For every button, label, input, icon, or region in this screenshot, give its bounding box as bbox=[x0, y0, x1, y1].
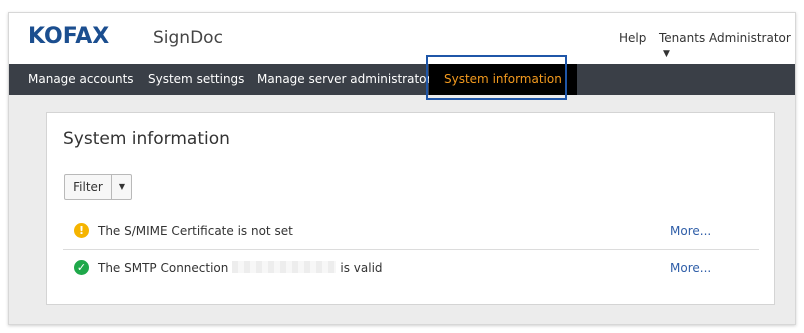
nav-manage-accounts[interactable]: Manage accounts bbox=[28, 64, 134, 95]
status-message-start: The SMTP Connection bbox=[98, 261, 229, 275]
help-link[interactable]: Help bbox=[619, 30, 646, 46]
user-menu[interactable]: Tenants Administrator ▼ bbox=[659, 30, 795, 62]
list-item: ! The S/MIME Certificate is not set More… bbox=[63, 213, 759, 250]
status-message: The SMTP Connection is valid bbox=[98, 260, 383, 276]
user-menu-label: Tenants Administrator bbox=[659, 31, 791, 45]
more-link[interactable]: More... bbox=[670, 260, 711, 276]
system-information-panel: System information Filter ▼ ! The S/MIME… bbox=[46, 112, 775, 305]
list-item: ✓ The SMTP Connection is valid More... bbox=[63, 250, 759, 286]
product-name: SignDoc bbox=[153, 28, 223, 48]
caret-down-icon[interactable]: ▼ bbox=[112, 175, 132, 199]
active-tab-highlight bbox=[426, 55, 567, 100]
main-nav: Manage accounts System settings Manage s… bbox=[9, 64, 795, 95]
redacted-host bbox=[232, 261, 337, 273]
nav-system-settings[interactable]: System settings bbox=[148, 64, 244, 95]
caret-down-icon: ▼ bbox=[663, 49, 670, 59]
filter-button[interactable]: Filter bbox=[65, 175, 111, 199]
filter-dropdown[interactable]: Filter ▼ bbox=[64, 174, 132, 200]
app-header: KOFAX SignDoc Help Tenants Administrator… bbox=[9, 13, 795, 64]
page-title: System information bbox=[63, 129, 230, 149]
nav-manage-server-administrators[interactable]: Manage server administrators bbox=[257, 64, 438, 95]
check-circle-icon: ✓ bbox=[74, 260, 89, 275]
status-message: The S/MIME Certificate is not set bbox=[98, 224, 293, 238]
more-link[interactable]: More... bbox=[670, 223, 711, 239]
app-window: KOFAX SignDoc Help Tenants Administrator… bbox=[8, 12, 796, 325]
status-message-end: is valid bbox=[340, 261, 383, 275]
kofax-logo: KOFAX bbox=[28, 24, 110, 49]
exclamation-circle-icon: ! bbox=[74, 223, 89, 238]
